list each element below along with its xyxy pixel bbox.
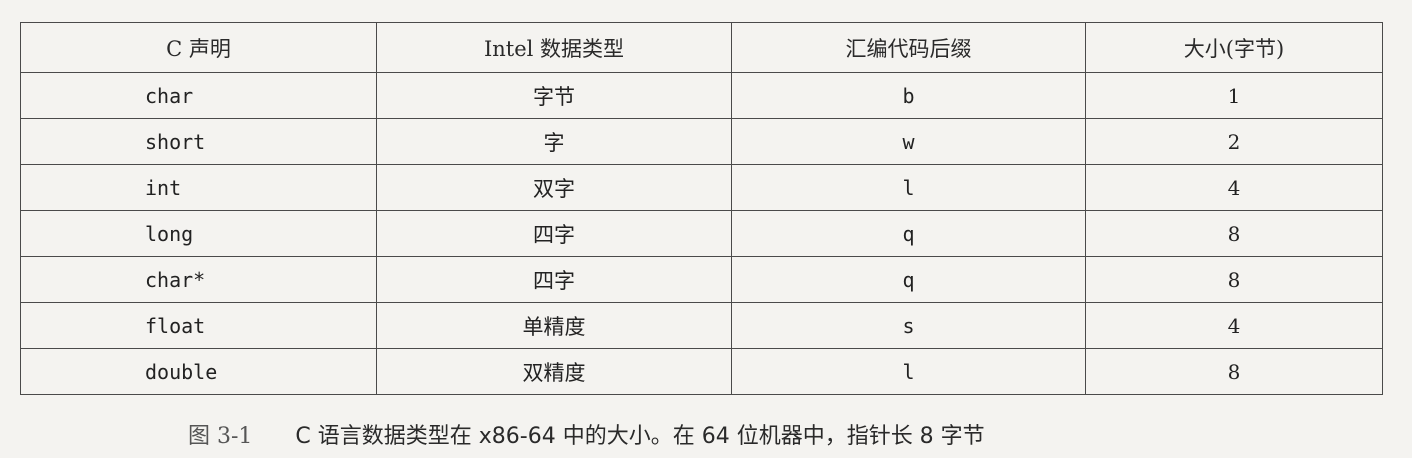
header-assembly-suffix: 汇编代码后缀 bbox=[731, 22, 1086, 73]
cell-c-declaration: char* bbox=[20, 256, 377, 303]
cell-assembly-suffix: q bbox=[731, 256, 1086, 303]
cell-c-declaration: float bbox=[20, 302, 377, 349]
table-row: char* 四字 q 8 bbox=[20, 256, 1383, 303]
table-row: char 字节 b 1 bbox=[20, 72, 1383, 119]
table-header-row: C 声明 Intel 数据类型 汇编代码后缀 大小(字节) bbox=[20, 22, 1383, 73]
table-row: int 双字 l 4 bbox=[20, 164, 1383, 211]
cell-assembly-suffix: l bbox=[731, 164, 1086, 211]
header-c-declaration: C 声明 bbox=[20, 22, 377, 73]
cell-intel-data-type: 字节 bbox=[376, 72, 732, 119]
figure-number: 图 3-1 bbox=[188, 424, 253, 449]
cell-assembly-suffix: w bbox=[731, 118, 1086, 165]
header-size-bytes: 大小(字节) bbox=[1085, 22, 1383, 73]
cell-intel-data-type: 双精度 bbox=[376, 348, 732, 395]
cell-size-bytes: 4 bbox=[1085, 164, 1383, 211]
cell-size-bytes: 8 bbox=[1085, 256, 1383, 303]
cell-size-bytes: 4 bbox=[1085, 302, 1383, 349]
figure-caption: 图 3-1 C 语言数据类型在 x86-64 中的大小。在 64 位机器中，指针… bbox=[188, 418, 985, 450]
data-type-size-table: C 声明 Intel 数据类型 汇编代码后缀 大小(字节) char 字节 b … bbox=[20, 22, 1383, 395]
document-page: C 声明 Intel 数据类型 汇编代码后缀 大小(字节) char 字节 b … bbox=[0, 0, 1412, 458]
cell-assembly-suffix: b bbox=[731, 72, 1086, 119]
figure-caption-text: C 语言数据类型在 x86-64 中的大小。在 64 位机器中，指针长 8 字节 bbox=[295, 424, 985, 449]
cell-assembly-suffix: s bbox=[731, 302, 1086, 349]
cell-size-bytes: 8 bbox=[1085, 210, 1383, 257]
cell-intel-data-type: 单精度 bbox=[376, 302, 732, 349]
table-row: long 四字 q 8 bbox=[20, 210, 1383, 257]
cell-c-declaration: short bbox=[20, 118, 377, 165]
cell-c-declaration: char bbox=[20, 72, 377, 119]
cell-c-declaration: long bbox=[20, 210, 377, 257]
cell-intel-data-type: 双字 bbox=[376, 164, 732, 211]
cell-c-declaration: int bbox=[20, 164, 377, 211]
cell-size-bytes: 2 bbox=[1085, 118, 1383, 165]
cell-intel-data-type: 四字 bbox=[376, 256, 732, 303]
cell-size-bytes: 8 bbox=[1085, 348, 1383, 395]
header-intel-data-type: Intel 数据类型 bbox=[376, 22, 732, 73]
cell-size-bytes: 1 bbox=[1085, 72, 1383, 119]
cell-assembly-suffix: q bbox=[731, 210, 1086, 257]
table-row: float 单精度 s 4 bbox=[20, 302, 1383, 349]
cell-intel-data-type: 字 bbox=[376, 118, 732, 165]
cell-intel-data-type: 四字 bbox=[376, 210, 732, 257]
table-row: short 字 w 2 bbox=[20, 118, 1383, 165]
table-row: double 双精度 l 8 bbox=[20, 348, 1383, 395]
cell-assembly-suffix: l bbox=[731, 348, 1086, 395]
cell-c-declaration: double bbox=[20, 348, 377, 395]
